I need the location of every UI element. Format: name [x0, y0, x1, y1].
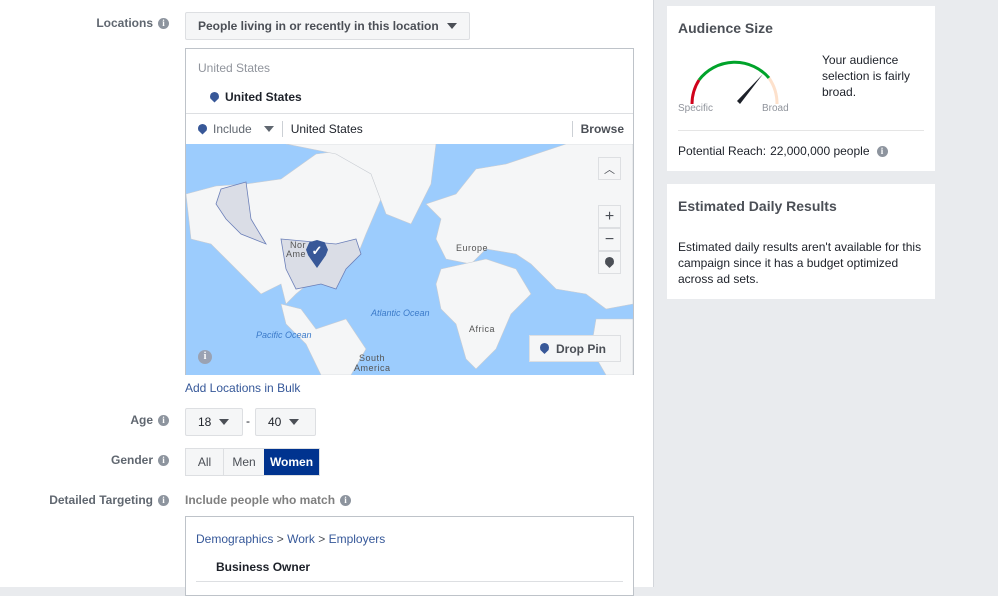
caret-down-icon — [289, 419, 300, 425]
map[interactable]: Nor Ame Europe Africa South America Atla… — [186, 144, 633, 375]
info-icon[interactable]: i — [158, 17, 169, 29]
info-icon[interactable]: i — [340, 494, 352, 506]
collapse-map-button[interactable]: ︿ — [598, 157, 621, 180]
map-label: America — [354, 363, 391, 373]
caret-down-icon — [446, 23, 457, 29]
gauge-needle — [737, 74, 763, 104]
location-pin-icon — [210, 91, 219, 103]
zoom-out-button[interactable]: − — [598, 228, 621, 251]
age-min-dropdown[interactable]: 18 — [185, 408, 243, 436]
targeting-panel: Locations i People living in or recently … — [0, 0, 654, 596]
detailed-targeting-label: Detailed Targeting i — [49, 493, 169, 507]
drop-pin-button[interactable]: Drop Pin — [529, 335, 621, 362]
potential-reach: Potential Reach: 22,000,000 people i — [678, 144, 888, 158]
gender-all[interactable]: All — [186, 449, 224, 475]
info-icon[interactable]: i — [876, 145, 888, 157]
location-search-input[interactable] — [290, 122, 572, 136]
info-icon[interactable]: i — [158, 454, 169, 466]
info-icon[interactable]: i — [158, 494, 169, 506]
gauge-specific-label: Specific — [678, 103, 714, 114]
location-target-icon — [605, 257, 614, 268]
zoom-in-button[interactable]: + — [598, 205, 621, 228]
gender-selector: All Men Women — [185, 448, 320, 476]
audience-title: Audience Size — [678, 20, 773, 36]
browse-button[interactable]: Browse — [571, 121, 633, 137]
caret-down-icon — [263, 126, 274, 132]
locations-label: Locations i — [96, 16, 169, 30]
map-label: Europe — [456, 243, 489, 253]
map-label: Pacific Ocean — [256, 330, 312, 340]
location-pin-icon — [540, 343, 549, 354]
include-dropdown[interactable]: Include — [186, 121, 283, 137]
age-separator: - — [246, 414, 250, 428]
detailed-targeting-box: Demographics > Work > Employers Business… — [185, 516, 634, 596]
breadcrumb-employers[interactable]: Employers — [329, 532, 386, 546]
location-box: United States United States Include Brow… — [185, 48, 634, 375]
info-icon[interactable]: i — [158, 414, 169, 426]
map-info-icon[interactable]: i — [198, 350, 212, 364]
gender-women[interactable]: Women — [264, 449, 319, 475]
gender-men[interactable]: Men — [224, 449, 264, 475]
map-label: South — [359, 353, 386, 363]
detailed-hint: Include people who match i — [185, 493, 352, 507]
breadcrumb-work[interactable]: Work — [287, 532, 315, 546]
add-locations-bulk-link[interactable]: Add Locations in Bulk — [185, 381, 300, 395]
targeting-item: Business Owner — [216, 560, 311, 574]
location-group-header: United States — [198, 61, 271, 75]
daily-results-title: Estimated Daily Results — [678, 198, 837, 214]
selected-location[interactable]: United States — [210, 90, 302, 104]
divider — [196, 581, 623, 582]
map-label: Ame — [286, 249, 307, 259]
gauge-broad-label: Broad — [762, 103, 789, 114]
location-mode-dropdown[interactable]: People living in or recently in this loc… — [185, 12, 470, 40]
location-search-row: Include Browse — [186, 113, 633, 144]
divider — [678, 130, 924, 131]
breadcrumb: Demographics > Work > Employers — [196, 532, 386, 546]
audience-gauge — [690, 60, 779, 105]
audience-description: Your audience selection is fairly broad. — [822, 53, 911, 99]
daily-results-text: Estimated daily results aren't available… — [678, 240, 922, 286]
age-max-dropdown[interactable]: 40 — [255, 408, 316, 436]
age-label: Age i — [130, 413, 169, 427]
map-label: Atlantic Ocean — [371, 308, 430, 318]
gender-label: Gender i — [111, 453, 169, 467]
breadcrumb-demographics[interactable]: Demographics — [196, 532, 273, 546]
map-label: Africa — [469, 324, 496, 334]
locate-button[interactable] — [598, 251, 621, 274]
caret-down-icon — [219, 419, 230, 425]
estimated-daily-results-card: Estimated Daily Results Estimated daily … — [667, 184, 935, 299]
audience-size-card: Audience Size Specific Broad Your audien… — [667, 6, 935, 171]
location-pin-icon — [198, 123, 207, 135]
